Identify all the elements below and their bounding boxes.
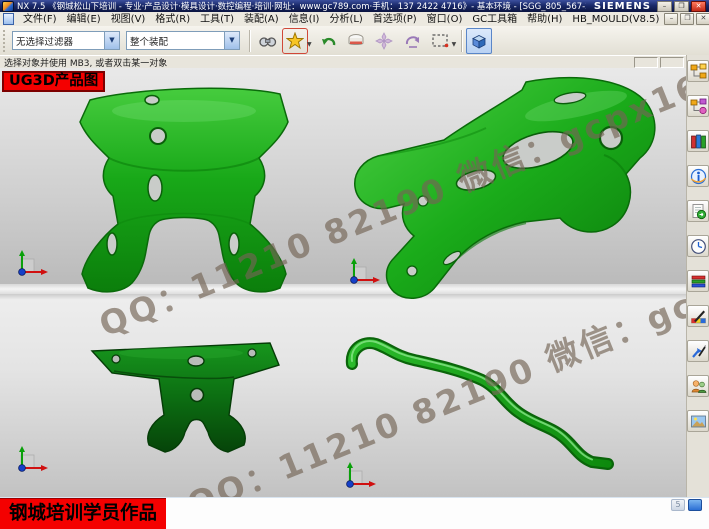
browser-icon[interactable]	[688, 499, 702, 511]
annotation-label-bottom: 钢城培训学员作品	[0, 498, 166, 529]
menu-items: 文件(F)编辑(E)视图(V)格式(R)工具(T)装配(A)信息(I)分析(L)…	[18, 13, 664, 26]
gallery-button[interactable]	[687, 410, 709, 432]
child-restore-button[interactable]: ❐	[680, 13, 694, 25]
shaded-cube-icon	[469, 31, 489, 51]
marquee-rectangle-icon	[430, 31, 450, 51]
resource-bar	[686, 55, 709, 497]
snap-point-button[interactable]	[282, 28, 308, 54]
status-pane	[660, 57, 684, 68]
history-books-icon	[690, 133, 707, 150]
wcs-triad	[344, 258, 382, 288]
nx-application-window: NX 7.5 《钢城松山下培训 - 专业·产品设计·模具设计·数控编程·培训·网…	[0, 0, 709, 529]
selection-scope-combo[interactable]: 整个装配 ▼	[126, 31, 240, 50]
annotation-label-top: UG3D产品图	[2, 71, 105, 92]
graphics-window[interactable]: QQ：11210 82190 微信：gcpx168 QQ：11210 82190…	[0, 68, 686, 497]
menu-bar: 文件(F)编辑(E)视图(V)格式(R)工具(T)装配(A)信息(I)分析(L)…	[0, 12, 709, 27]
status-pane	[634, 57, 658, 68]
reuse-library-button[interactable]	[687, 200, 709, 222]
rectangle-select-button[interactable]	[427, 28, 453, 54]
quick-pick-icon	[374, 31, 394, 51]
part-navigator-button[interactable]	[687, 130, 709, 152]
landscape-image-icon	[690, 413, 707, 430]
restore-button[interactable]: ❐	[674, 1, 689, 12]
user-groups-button[interactable]	[687, 375, 709, 397]
undo-arrow-icon	[318, 31, 338, 51]
selection-filter-combo[interactable]: 无选择过滤器 ▼	[12, 31, 120, 50]
close-button[interactable]: ✕	[691, 1, 706, 12]
repeat-command-button[interactable]	[399, 28, 425, 54]
assembly-navigator-icon	[690, 63, 707, 80]
internet-browser-button[interactable]	[687, 165, 709, 187]
menu-item-1[interactable]: 编辑(E)	[62, 13, 106, 26]
part-side-profile-view[interactable]	[336, 330, 628, 478]
menu-item-5[interactable]: 装配(A)	[239, 13, 284, 26]
page-badge: 5	[671, 499, 685, 511]
chevron-down-icon[interactable]: ▼	[224, 32, 239, 49]
palette-pen-icon	[690, 308, 707, 325]
constraint-navigator-button[interactable]	[687, 95, 709, 117]
nx-app-icon	[2, 1, 14, 12]
child-minimize-button[interactable]: –	[664, 13, 678, 25]
menu-item-8[interactable]: 首选项(P)	[368, 13, 422, 26]
undo-button[interactable]	[315, 28, 341, 54]
toolbar-separator	[249, 30, 250, 52]
toolbar-separator	[461, 30, 462, 52]
toolbar-grip[interactable]	[3, 30, 9, 52]
eraser-icon	[346, 31, 366, 51]
visualization-button[interactable]	[687, 340, 709, 362]
part-top-view[interactable]	[76, 323, 288, 465]
selection-filter-value: 无选择过滤器	[13, 34, 104, 48]
pointer-pen-icon	[690, 343, 707, 360]
chevron-down-icon[interactable]: ▼	[452, 41, 457, 48]
constraint-navigator-icon	[690, 98, 707, 115]
find-component-button[interactable]	[254, 28, 280, 54]
menu-item-12[interactable]: HB_MOULD(V8.5)	[567, 13, 664, 26]
menu-item-6[interactable]: 信息(I)	[284, 13, 325, 26]
history-button[interactable]	[687, 235, 709, 257]
web-browser-icon	[690, 168, 707, 185]
assembly-navigator-button[interactable]	[687, 60, 709, 82]
minimize-button[interactable]: –	[657, 1, 672, 12]
shaded-view-button[interactable]	[466, 28, 492, 54]
menu-item-11[interactable]: 帮助(H)	[522, 13, 567, 26]
system-materials-button[interactable]	[687, 270, 709, 292]
chevron-down-icon[interactable]: ▼	[104, 32, 119, 49]
library-document-icon	[690, 203, 707, 220]
color-bars-icon	[690, 273, 707, 290]
repeat-arrow-icon	[402, 31, 422, 51]
people-icon	[690, 378, 707, 395]
selection-toolbar: 无选择过滤器 ▼ 整个装配 ▼ ▼	[0, 26, 709, 56]
part-front-view[interactable]	[52, 78, 320, 300]
window-title: NX 7.5 《钢城松山下培训 - 专业·产品设计·模具设计·数控编程·培训·网…	[17, 0, 586, 12]
wcs-triad	[340, 462, 378, 492]
binoculars-icon	[257, 31, 277, 51]
roles-button[interactable]	[687, 305, 709, 327]
menu-item-7[interactable]: 分析(L)	[324, 13, 367, 26]
document-icon	[3, 13, 14, 25]
siemens-logo: SIEMENS	[594, 1, 651, 12]
clock-icon	[690, 238, 707, 255]
wcs-triad	[12, 446, 50, 476]
menu-item-0[interactable]: 文件(F)	[18, 13, 62, 26]
menu-item-9[interactable]: 窗口(O)	[422, 13, 468, 26]
quick-pick-button[interactable]	[371, 28, 397, 54]
snap-point-icon	[286, 32, 304, 50]
menu-item-4[interactable]: 工具(T)	[195, 13, 239, 26]
title-bar: NX 7.5 《钢城松山下培训 - 专业·产品设计·模具设计·数控编程·培训·网…	[0, 0, 709, 12]
selection-scope-value: 整个装配	[127, 34, 224, 48]
wcs-triad	[12, 250, 50, 280]
child-close-button[interactable]: ✕	[696, 13, 709, 25]
menu-item-10[interactable]: GC工具箱	[467, 13, 522, 26]
taskbar-fragment: 5	[668, 499, 702, 511]
menu-item-2[interactable]: 视图(V)	[106, 13, 151, 26]
refresh-display-button[interactable]	[343, 28, 369, 54]
menu-item-3[interactable]: 格式(R)	[150, 13, 195, 26]
chevron-down-icon[interactable]: ▼	[307, 41, 312, 48]
